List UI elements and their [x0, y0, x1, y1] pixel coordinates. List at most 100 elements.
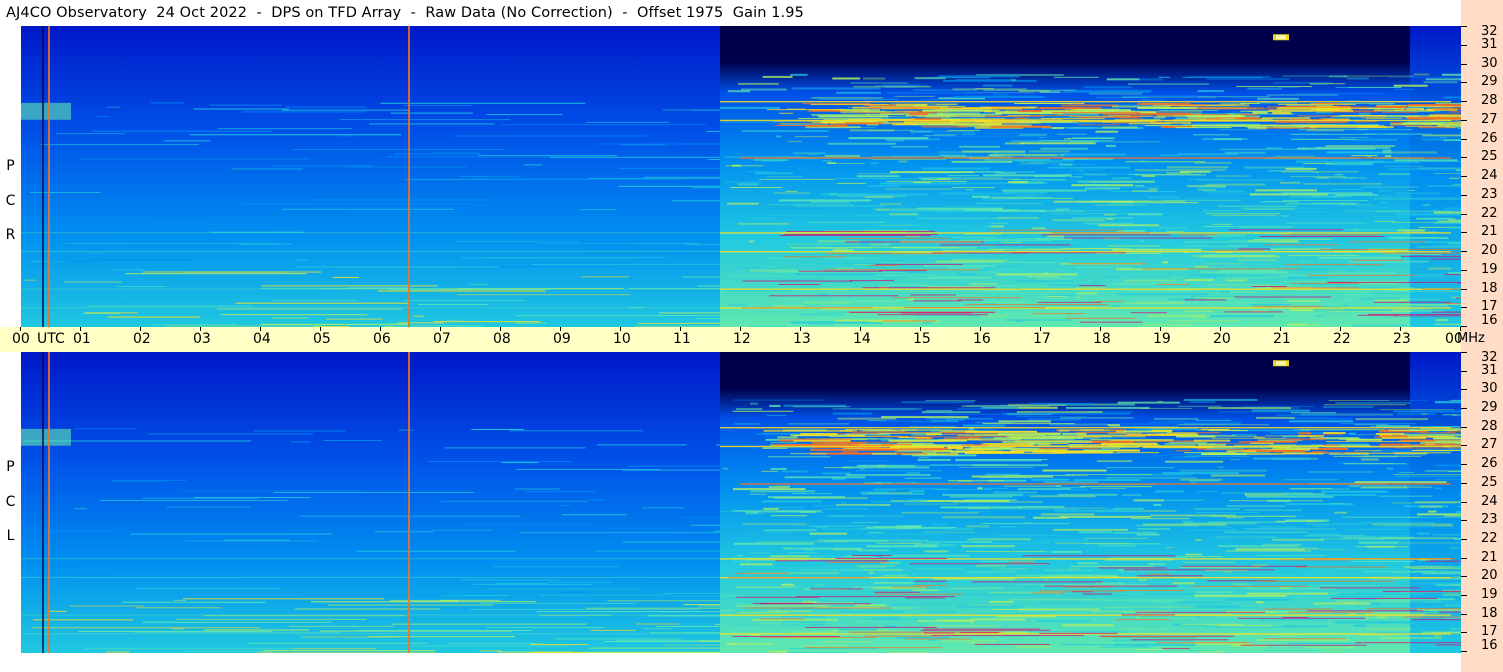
freq-axis-label: 24: [1481, 493, 1498, 509]
signal-streak: [492, 566, 619, 568]
noise-speckle: [1247, 87, 1282, 90]
morning-patch: [21, 102, 71, 120]
noise-speckle: [942, 516, 1026, 519]
cb-band-signal: [1168, 442, 1207, 444]
hot-signal-streak: [1032, 313, 1085, 315]
noise-speckle: [991, 608, 1056, 610]
signal-streak: [536, 611, 720, 613]
noise-speckle: [834, 544, 840, 546]
signal-streak: [175, 618, 367, 620]
noise-speckle: [775, 506, 805, 509]
signal-streak: [112, 480, 187, 482]
hot-signal-streak: [1288, 611, 1374, 613]
morning-patch: [21, 428, 71, 446]
noise-speckle: [1396, 213, 1461, 216]
noise-speckle: [923, 264, 996, 267]
noise-speckle: [1102, 646, 1151, 648]
noise-speckle: [1120, 628, 1170, 630]
noise-speckle: [1214, 138, 1242, 141]
noise-speckle: [1054, 509, 1143, 512]
time-axis-label: 18: [1093, 331, 1111, 347]
hot-signal-streak: [779, 234, 931, 236]
noise-speckle: [926, 611, 956, 614]
time-axis-label: 06: [373, 331, 391, 347]
noise-speckle: [1229, 597, 1258, 599]
freq-axis-label: 25: [1481, 474, 1498, 490]
freq-axis-label: 23: [1481, 186, 1498, 202]
hot-signal-streak: [759, 618, 805, 620]
time-axis-label: 16: [973, 331, 991, 347]
noise-speckle: [1285, 222, 1367, 224]
noise-speckle: [1443, 96, 1461, 99]
noise-speckle: [880, 203, 902, 206]
noise-speckle: [771, 515, 808, 517]
noise-speckle: [1119, 570, 1179, 572]
hot-signal-streak: [1039, 590, 1125, 592]
noise-speckle: [924, 620, 941, 623]
noise-speckle: [967, 271, 1000, 273]
signal-streak: [695, 318, 720, 320]
cb-band-signal: [1248, 126, 1268, 129]
spectrogram-canvas: [21, 352, 1461, 653]
noise-speckle: [1430, 524, 1454, 527]
noise-speckle: [1181, 601, 1230, 604]
noise-speckle: [1346, 77, 1369, 80]
noise-speckle: [1128, 213, 1163, 216]
signal-streak: [47, 565, 79, 567]
signal-streak: [121, 601, 266, 603]
hot-signal-streak: [1121, 614, 1176, 616]
noise-speckle: [1017, 487, 1071, 490]
noise-speckle: [1342, 602, 1358, 605]
noise-speckle: [827, 551, 842, 553]
freq-axis-label: 28: [1481, 418, 1498, 434]
signal-streak: [155, 221, 205, 223]
noise-speckle: [962, 424, 1005, 427]
noise-speckle: [1148, 196, 1180, 199]
noise-speckle: [857, 549, 889, 552]
signal-streak: [440, 599, 501, 601]
hot-signal-streak: [910, 294, 956, 296]
noise-speckle: [858, 300, 905, 303]
signal-streak: [473, 583, 593, 585]
noise-speckle: [1121, 95, 1206, 97]
noise-speckle: [1337, 592, 1424, 595]
noise-speckle: [1369, 103, 1393, 105]
signal-streak: [148, 433, 313, 435]
noise-speckle: [851, 214, 924, 217]
noise-speckle: [1184, 279, 1214, 282]
noise-speckle: [824, 272, 908, 274]
hot-signal-streak: [913, 300, 962, 302]
noise-speckle: [1122, 494, 1142, 496]
carrier-line: [720, 119, 1451, 122]
hot-signal-streak: [783, 256, 845, 258]
solar-burst-core: [1276, 361, 1286, 366]
noise-speckle: [989, 600, 1014, 603]
hot-signal-streak: [1438, 611, 1461, 613]
noise-speckle: [1433, 634, 1441, 637]
noise-speckle: [953, 501, 1043, 503]
hot-signal-streak: [1229, 229, 1344, 231]
noise-speckle: [752, 511, 825, 513]
noise-speckle: [1095, 130, 1119, 133]
noise-speckle: [1070, 176, 1083, 178]
noise-speckle: [965, 551, 1047, 553]
cb-band-signal: [1113, 449, 1140, 452]
lcp-letter: P: [6, 459, 15, 475]
signal-streak: [106, 106, 121, 108]
noise-speckle: [1068, 137, 1114, 139]
noise-speckle: [1180, 566, 1261, 568]
cb-band-signal: [1224, 125, 1292, 127]
noise-speckle: [797, 168, 806, 170]
cb-band-signal: [1195, 115, 1237, 118]
noise-speckle: [1185, 455, 1250, 457]
carrier-line: [21, 307, 720, 309]
noise-speckle: [882, 575, 908, 577]
noise-speckle: [986, 542, 1050, 545]
signal-streak: [96, 116, 110, 118]
cb-band-signal: [962, 107, 1036, 109]
noise-speckle: [1185, 198, 1271, 200]
noise-speckle: [791, 203, 815, 205]
carrier-line: [720, 445, 1451, 448]
signal-streak: [714, 623, 720, 625]
noise-speckle: [917, 528, 965, 530]
